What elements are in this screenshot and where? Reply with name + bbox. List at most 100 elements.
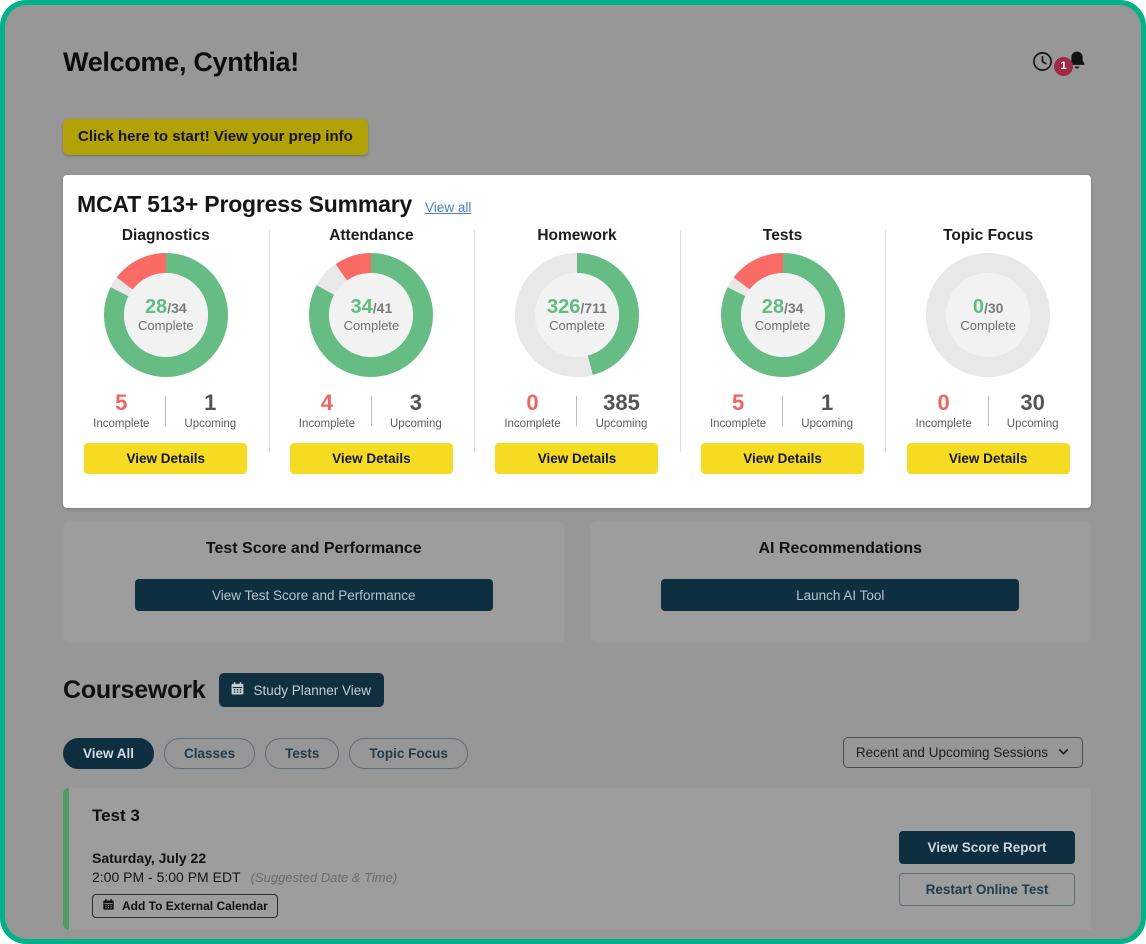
- incomplete-label: Incomplete: [710, 418, 766, 430]
- view-score-report-button[interactable]: View Score Report: [899, 831, 1075, 864]
- donut-complete-count: 326: [547, 296, 580, 318]
- incomplete-value: 4: [321, 391, 333, 414]
- upcoming-value: 1: [821, 391, 833, 414]
- progress-column-title: Topic Focus: [943, 227, 1033, 245]
- stat-incomplete: 0 Incomplete: [490, 391, 574, 430]
- donut-total-count: /34: [167, 300, 186, 316]
- session-title: Test 3: [92, 806, 1075, 826]
- info-card-button[interactable]: Launch AI Tool: [661, 579, 1019, 611]
- upcoming-label: Upcoming: [184, 418, 236, 430]
- progress-donut: 0/30 Complete: [926, 253, 1050, 377]
- info-card-title: Test Score and Performance: [206, 540, 422, 558]
- donut-complete-label: Complete: [138, 319, 194, 334]
- upcoming-value: 385: [603, 391, 640, 414]
- stat-upcoming: 3 Upcoming: [374, 391, 458, 430]
- donut-complete-label: Complete: [960, 319, 1016, 334]
- upcoming-label: Upcoming: [390, 418, 442, 430]
- session-sort-dropdown[interactable]: Recent and Upcoming Sessions: [843, 737, 1083, 768]
- view-details-button[interactable]: View Details: [907, 443, 1070, 474]
- restart-online-test-button[interactable]: Restart Online Test: [899, 873, 1075, 906]
- donut-center-label: 326/711 Complete: [515, 253, 639, 377]
- clock-icon[interactable]: [1031, 50, 1054, 73]
- stat-incomplete: 5 Incomplete: [696, 391, 780, 430]
- add-to-external-calendar-button[interactable]: Add To External Calendar: [92, 894, 278, 918]
- coursework-title: Coursework: [63, 676, 205, 705]
- progress-summary-title: MCAT 513+ Progress Summary: [77, 191, 412, 218]
- stat-divider: [782, 396, 783, 426]
- progress-summary-card: MCAT 513+ Progress Summary View all Diag…: [63, 175, 1091, 508]
- calendar-icon: [230, 681, 245, 699]
- sort-value: Recent and Upcoming Sessions: [856, 745, 1048, 760]
- progress-summary-header: MCAT 513+ Progress Summary View all: [63, 175, 1091, 218]
- donut-complete-count: 34: [351, 296, 373, 318]
- header-icons: 1: [1031, 49, 1089, 73]
- progress-stats: 4 Incomplete 3 Upcoming: [285, 391, 458, 430]
- dashboard-page: Welcome, Cynthia! 1 Click here to start!…: [5, 5, 1141, 939]
- view-details-button[interactable]: View Details: [84, 443, 247, 474]
- calendar-button-label: Add To External Calendar: [122, 899, 268, 913]
- incomplete-label: Incomplete: [916, 418, 972, 430]
- stat-upcoming: 1 Upcoming: [785, 391, 869, 430]
- bell-icon[interactable]: 1: [1065, 49, 1089, 73]
- filter-chip-tests[interactable]: Tests: [265, 738, 339, 769]
- info-card-button[interactable]: View Test Score and Performance: [135, 579, 493, 611]
- donut-complete-label: Complete: [755, 319, 811, 334]
- progress-column-tests: Tests 28/34 Complete 5 Incomplete: [680, 227, 886, 474]
- donut-complete-count: 0: [973, 296, 984, 318]
- info-card: Test Score and Performance View Test Sco…: [63, 520, 565, 643]
- progress-column-title: Tests: [763, 227, 802, 245]
- view-details-button[interactable]: View Details: [290, 443, 453, 474]
- session-actions: View Score Report Restart Online Test: [899, 831, 1075, 906]
- progress-column-attendance: Attendance 34/41 Complete 4 Incomplete: [269, 227, 475, 474]
- stat-divider: [988, 396, 989, 426]
- progress-donut: 34/41 Complete: [309, 253, 433, 377]
- coursework-filters: View All Classes Tests Topic Focus: [63, 738, 468, 769]
- progress-columns: Diagnostics 28/34 Complete 5 Incomplete: [63, 227, 1091, 474]
- filter-chip-view-all[interactable]: View All: [63, 738, 154, 769]
- app-frame: Welcome, Cynthia! 1 Click here to start!…: [0, 0, 1146, 944]
- incomplete-value: 5: [115, 391, 127, 414]
- donut-center-label: 0/30 Complete: [926, 253, 1050, 377]
- progress-column-diagnostics: Diagnostics 28/34 Complete 5 Incomplete: [63, 227, 269, 474]
- study-planner-label: Study Planner View: [253, 683, 371, 698]
- view-details-button[interactable]: View Details: [495, 443, 658, 474]
- incomplete-value: 5: [732, 391, 744, 414]
- filter-chip-topic-focus[interactable]: Topic Focus: [349, 738, 468, 769]
- progress-stats: 5 Incomplete 1 Upcoming: [696, 391, 869, 430]
- info-card-title: AI Recommendations: [758, 540, 922, 558]
- progress-column-title: Diagnostics: [122, 227, 210, 245]
- info-card: AI Recommendations Launch AI Tool: [590, 520, 1092, 643]
- stat-divider: [576, 396, 577, 426]
- upcoming-label: Upcoming: [596, 418, 648, 430]
- incomplete-value: 0: [938, 391, 950, 414]
- incomplete-label: Incomplete: [299, 418, 355, 430]
- donut-total-count: /711: [580, 300, 606, 316]
- stat-upcoming: 385 Upcoming: [579, 391, 663, 430]
- session-card: Test 3 Saturday, July 22 2:00 PM - 5:00 …: [63, 788, 1091, 930]
- view-details-button[interactable]: View Details: [701, 443, 864, 474]
- donut-center-label: 34/41 Complete: [309, 253, 433, 377]
- upcoming-value: 1: [204, 391, 216, 414]
- progress-stats: 0 Incomplete 30 Upcoming: [902, 391, 1075, 430]
- session-time: 2:00 PM - 5:00 PM EDT: [92, 869, 241, 885]
- filter-chip-classes[interactable]: Classes: [164, 738, 255, 769]
- page-title: Welcome, Cynthia!: [63, 47, 299, 78]
- incomplete-value: 0: [526, 391, 538, 414]
- notification-badge: 1: [1054, 57, 1073, 76]
- donut-total-count: /34: [784, 300, 803, 316]
- stat-incomplete: 4 Incomplete: [285, 391, 369, 430]
- calendar-icon: [102, 898, 115, 914]
- donut-complete-count: 28: [762, 296, 784, 318]
- prep-info-button[interactable]: Click here to start! View your prep info: [63, 119, 368, 155]
- upcoming-value: 3: [410, 391, 422, 414]
- upcoming-value: 30: [1020, 391, 1044, 414]
- study-planner-view-button[interactable]: Study Planner View: [219, 673, 384, 707]
- donut-complete-count: 28: [145, 296, 167, 318]
- donut-center-label: 28/34 Complete: [104, 253, 228, 377]
- view-all-link[interactable]: View all: [425, 200, 471, 215]
- progress-donut: 326/711 Complete: [515, 253, 639, 377]
- stat-upcoming: 1 Upcoming: [168, 391, 252, 430]
- stat-divider: [165, 396, 166, 426]
- upcoming-label: Upcoming: [801, 418, 853, 430]
- chevron-down-icon: [1057, 745, 1070, 761]
